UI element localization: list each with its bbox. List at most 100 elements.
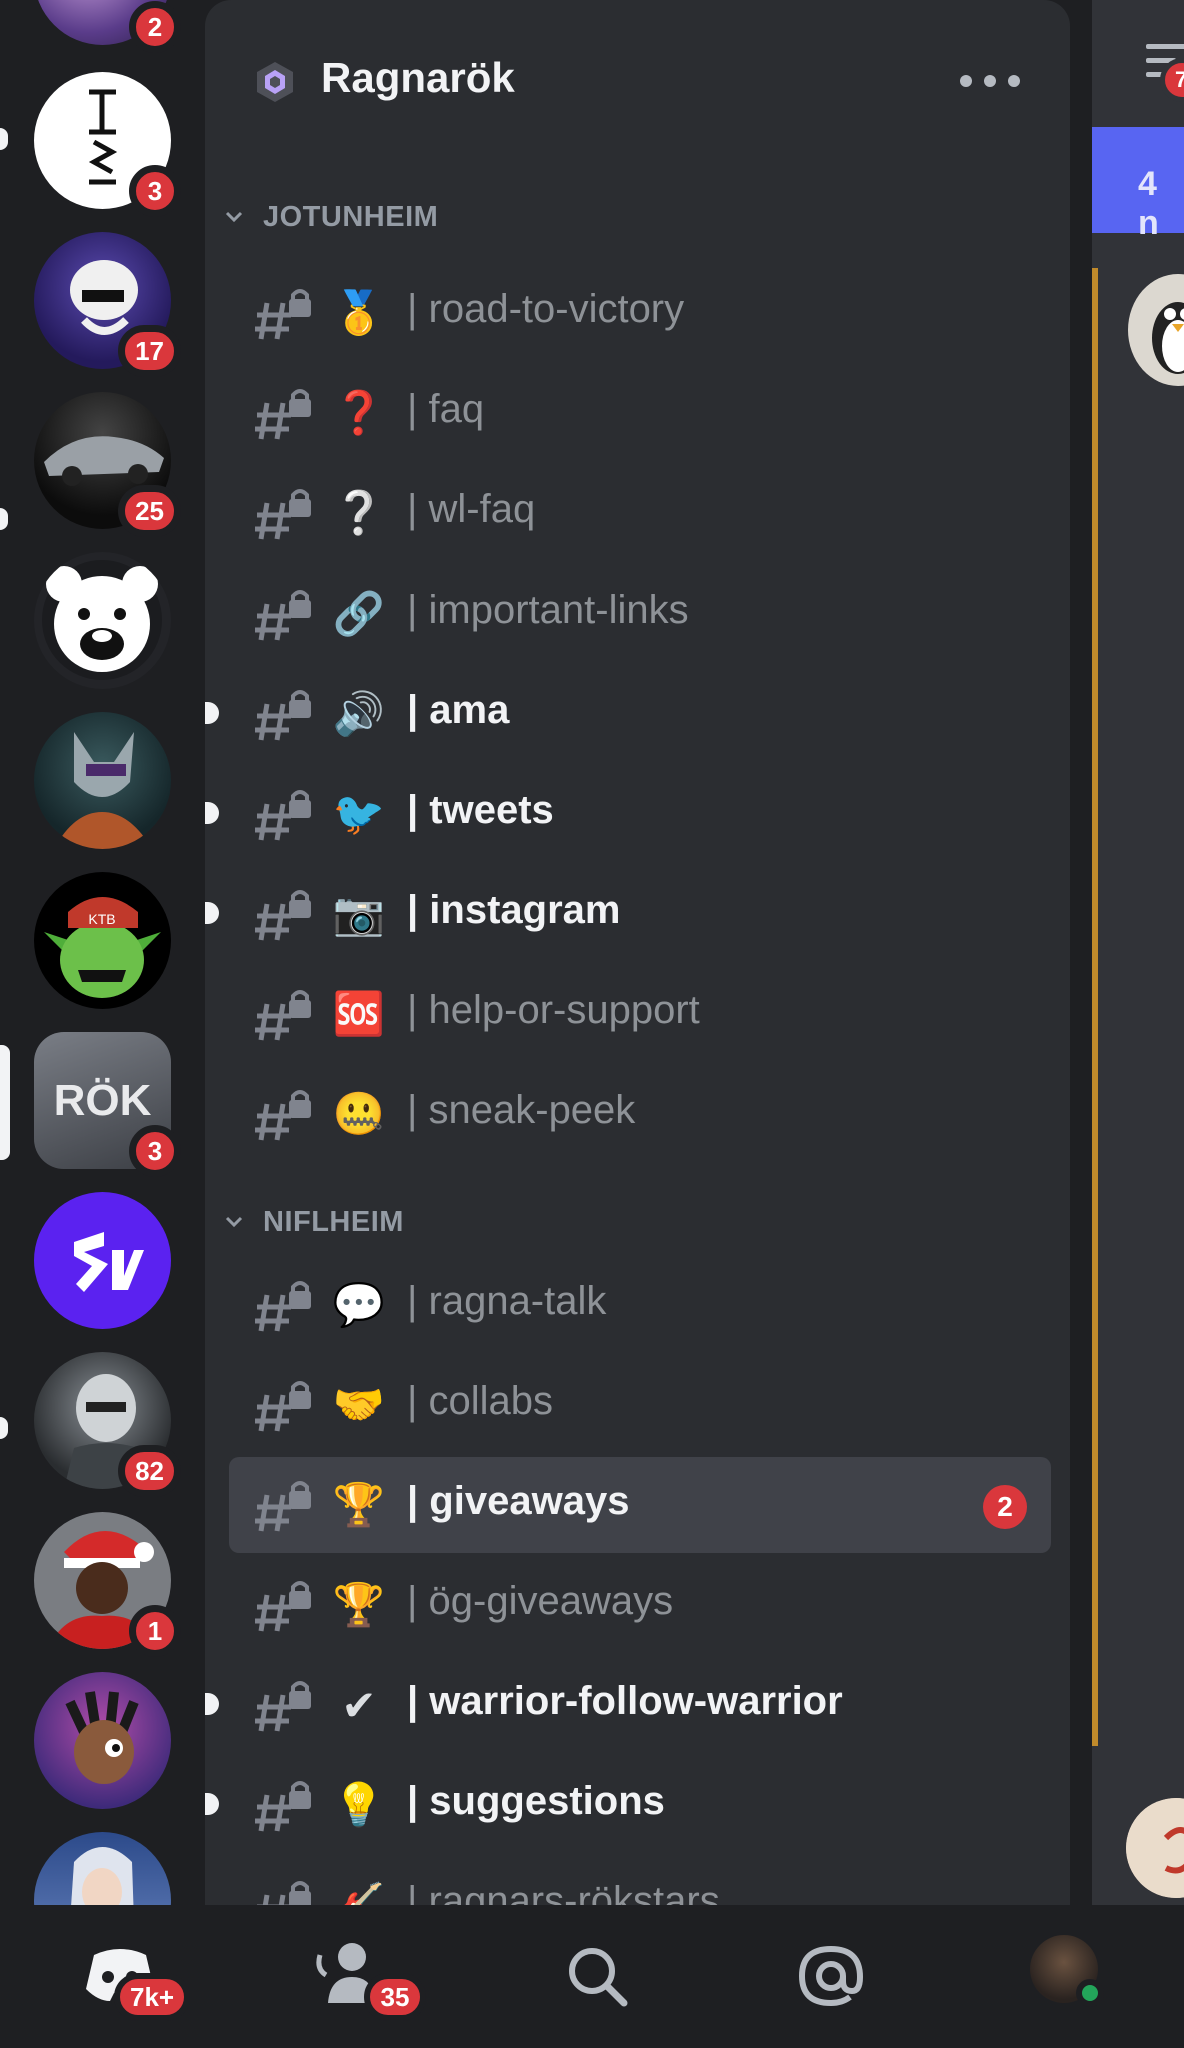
channel-name: | instagram [407,888,621,932]
server-icon-5[interactable] [34,552,171,689]
server-icon-4[interactable]: 25 [34,392,181,537]
channel-emoji: 🤝 [332,1380,386,1428]
locked-channel-icon [255,590,311,641]
locked-channel-icon [255,1581,311,1632]
channel-item[interactable]: ❓ | faq [229,365,1051,461]
channel-item[interactable]: 🎸 | ragnars-rökstars [229,1857,1051,1905]
channel-item[interactable]: 🐦 | tweets [205,766,1051,862]
channel-name: | sneak-peek [407,1088,636,1132]
unread-indicator [205,802,219,824]
channel-emoji: 🤐 [332,1089,386,1137]
locked-channel-icon [255,489,311,540]
category-header[interactable]: NIFLHEIM [219,1197,404,1247]
server-icon-10[interactable]: 82 [34,1352,181,1497]
search-icon [569,1948,628,2007]
category-label: NIFLHEIM [263,1205,404,1238]
channel-emoji: 🎸 [332,1880,386,1906]
channel-name: | help-or-support [407,988,700,1032]
server-header[interactable]: Ragnarök [205,0,1070,150]
channel-item[interactable]: 🏆 | ög-giveaways [229,1557,1051,1653]
channel-emoji: 📷 [332,889,386,937]
mention-badge: 17 [118,325,181,377]
server-icon-11[interactable]: 1 [34,1512,181,1657]
channel-item[interactable]: ✔ | warrior-follow-warrior [205,1657,1051,1753]
server-icon-9[interactable] [34,1192,171,1329]
locked-channel-icon [255,1090,311,1141]
nav-friends[interactable]: 35 [314,1925,426,2025]
locked-channel-icon [255,389,311,440]
channel-item[interactable]: 💡 | suggestions [205,1757,1051,1853]
channel-item[interactable]: 🔊 | ama [205,666,1051,762]
locked-channel-icon [255,1381,311,1432]
channel-item[interactable]: 💬 | ragna-talk [229,1257,1051,1353]
channel-item[interactable]: 🔗 | important-links [229,566,1051,662]
channel-emoji: ❔ [332,488,386,536]
mention-badge: 82 [118,1445,181,1497]
channel-name: | giveaways [407,1479,630,1523]
channel-name: | warrior-follow-warrior [407,1679,843,1723]
channel-item[interactable]: 📷 | instagram [205,866,1051,962]
unread-indicator [0,1417,8,1439]
server-icon-7[interactable]: KTB [34,872,171,1009]
channel-emoji: 🥇 [332,288,386,336]
chevron-down-icon [219,211,249,223]
category-header[interactable]: JOTUNHEIM [219,192,438,242]
channel-item[interactable]: 🥇 | road-to-victory [229,265,1051,361]
server-icon-13[interactable] [34,1832,171,1905]
channel-name: | ög-giveaways [407,1579,674,1623]
server-boost-icon [257,62,293,102]
avatar[interactable] [1128,274,1184,386]
chat-peek[interactable]: 7 4 n [1092,0,1184,1905]
unread-indicator [205,1793,219,1815]
avatar[interactable] [1126,1798,1184,1898]
mention-badge: 2 [129,1,181,53]
channel-item[interactable]: 🤝 | collabs [229,1357,1051,1453]
channel-name: | collabs [407,1379,554,1423]
channel-item[interactable]: ❔ | wl-faq [229,465,1051,561]
selected-server-indicator [0,1045,10,1160]
channel-item[interactable]: 🏆 | giveaways 2 [229,1457,1051,1553]
more-dots-icon[interactable] [960,66,1020,96]
locked-channel-icon [255,1681,311,1732]
server-icon-12[interactable] [34,1672,171,1809]
bottom-navigation: 7k+ 35 [0,1905,1184,2048]
online-status-icon [1076,1979,1104,2007]
server-label: RÖK [53,1076,152,1125]
server-rail: 2 3 17 25 KTB RÖK 3 82 1 [0,0,205,1905]
unread-indicator [205,702,219,724]
channel-name: | faq [407,387,485,431]
mention-badge: 3 [129,1125,181,1177]
locked-channel-icon [255,289,311,340]
channel-name: | important-links [407,588,689,632]
friends-badge: 35 [364,1973,426,2021]
svg-text:KTB: KTB [88,911,115,927]
channel-emoji: 🔗 [332,589,386,637]
at-mention-icon [798,1945,864,2007]
locked-channel-icon [255,790,311,841]
channel-name: | ragna-talk [407,1279,607,1323]
channel-emoji: 🔊 [332,689,386,737]
channel-emoji: 💡 [332,1780,386,1828]
new-messages-banner[interactable]: 4 n [1092,127,1184,242]
nav-mentions[interactable] [790,1925,900,2025]
channel-emoji: ❓ [332,388,386,436]
highlight-bar [1092,268,1098,1746]
server-icon-3[interactable]: 17 [34,232,181,377]
nav-profile[interactable] [1030,1925,1140,2025]
nav-home[interactable]: 7k+ [80,1925,191,2025]
channel-name: | ama [407,688,510,732]
channel-emoji: 🏆 [332,1580,386,1628]
channel-item[interactable]: 🤐 | sneak-peek [229,1066,1051,1162]
server-icon-2[interactable]: 3 [34,72,181,217]
server-icon-1[interactable]: 2 [34,0,181,53]
channel-item[interactable]: 🆘 | help-or-support [229,966,1051,1062]
mention-badge: 1 [129,1605,181,1657]
server-icon-8[interactable]: RÖK 3 [34,1032,181,1177]
locked-channel-icon [255,1481,311,1532]
unread-indicator [0,508,8,530]
channel-name: | ragnars-rökstars [407,1879,720,1905]
channel-emoji: ✔ [341,1681,377,1729]
nav-search[interactable] [556,1925,666,2025]
category-label: JOTUNHEIM [263,200,439,233]
server-icon-6[interactable] [34,712,171,849]
